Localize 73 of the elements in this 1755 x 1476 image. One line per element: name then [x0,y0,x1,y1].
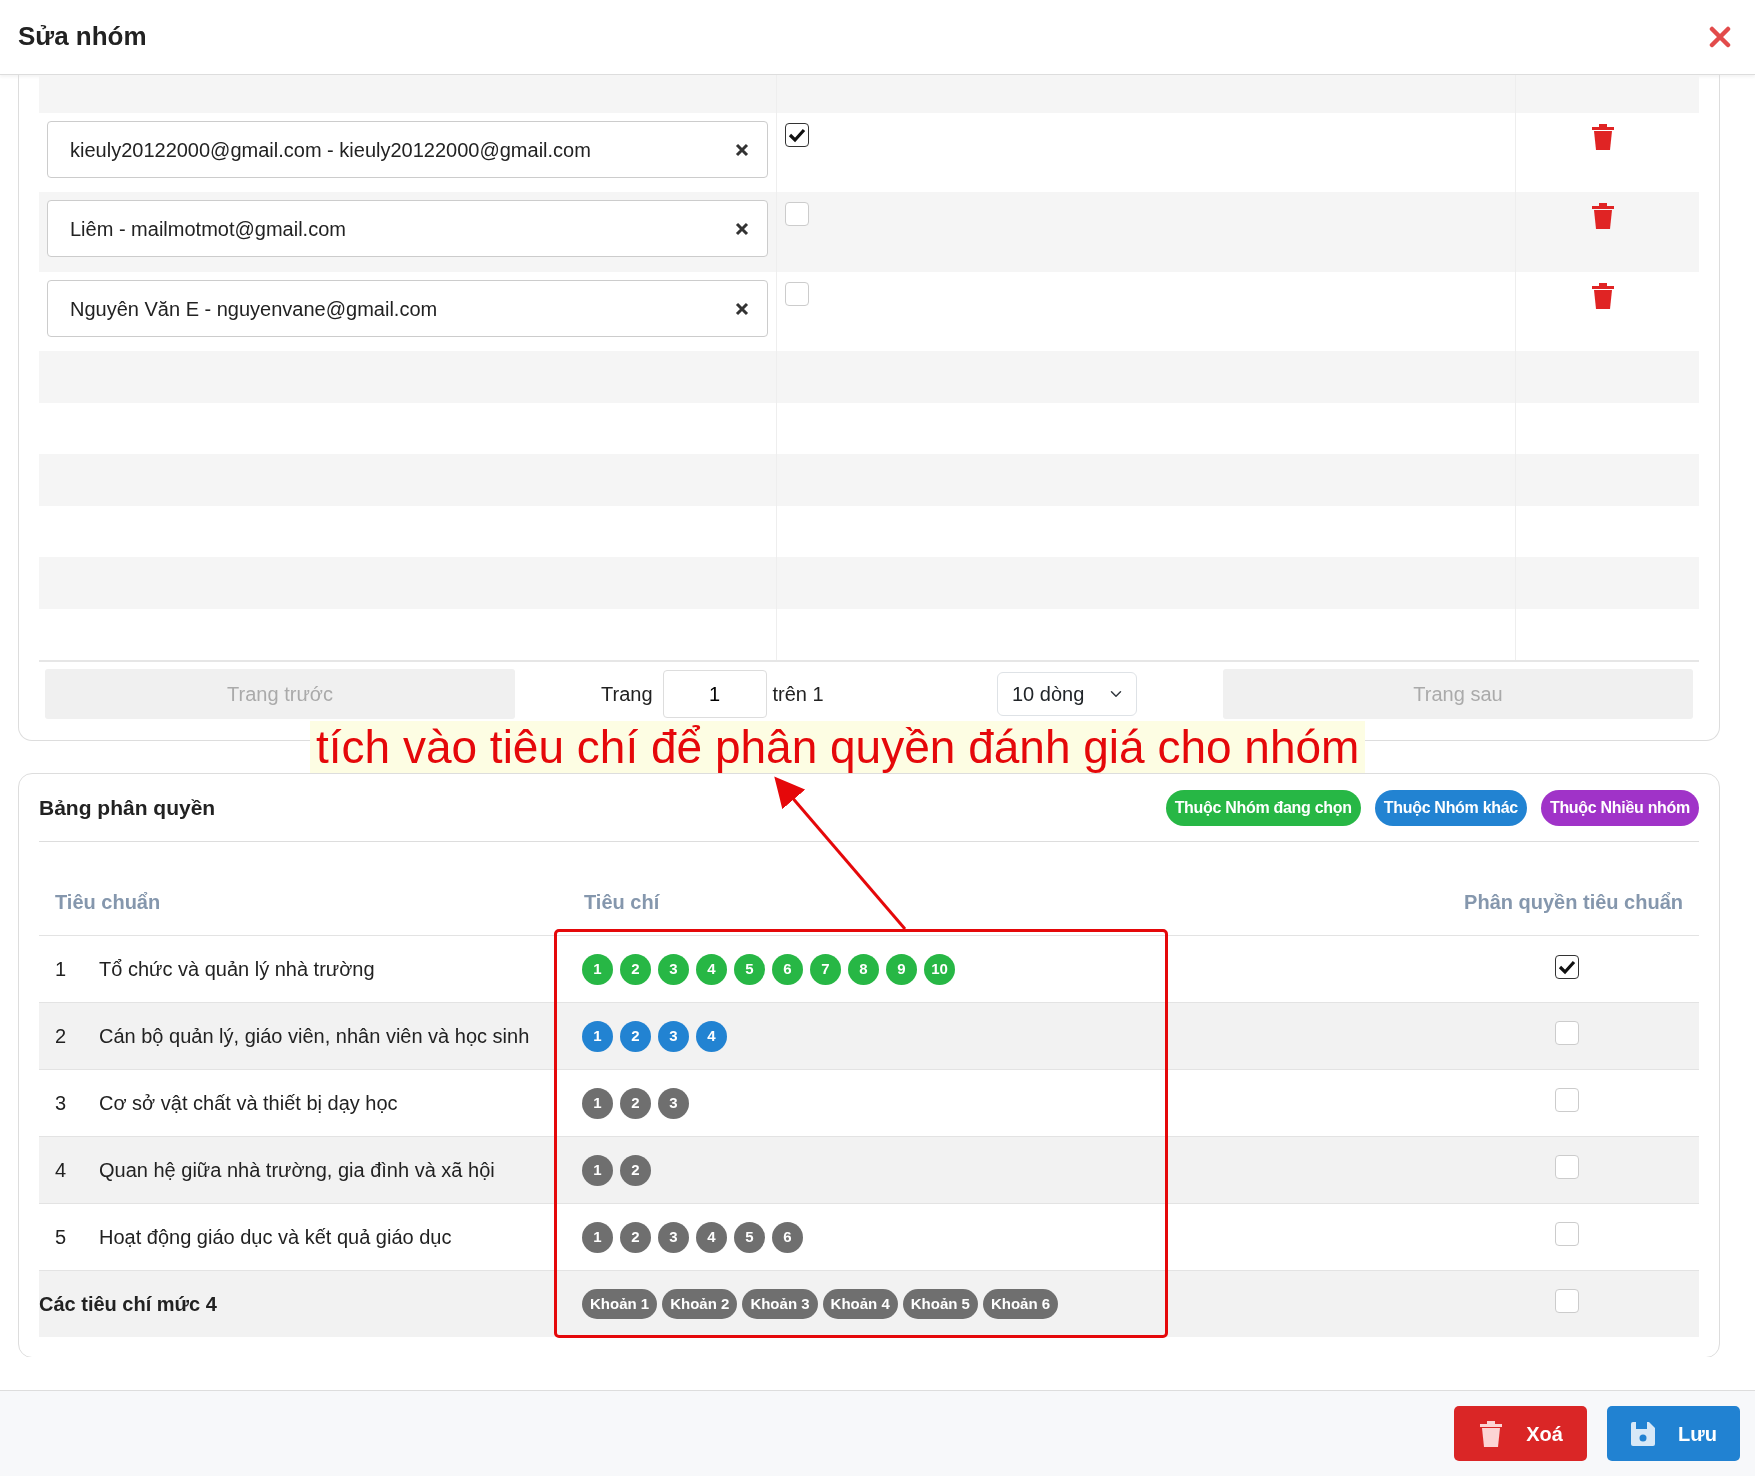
criterion-badge[interactable]: 6 [772,1221,803,1253]
criterion-badge[interactable]: 9 [886,953,917,985]
row-number: 1 [54,957,68,982]
criterion-badge[interactable]: 2 [620,1087,651,1119]
column-header: Tiêu chuẩn [55,890,161,913]
section-title: Bảng phân quyền [39,794,216,821]
legend-badge: Thuộc Nhóm đang chọn [1165,789,1361,826]
annotation-text: tích vào tiêu chí để phân quyền đánh giá cho nhóm [310,721,1366,773]
criterion-badge[interactable]: 1 [582,953,613,985]
criterion-badge[interactable]: 2 [620,1221,651,1253]
member-field[interactable]: kieuly20122000@gmail.com - kieuly20122000@gmail.com [47,121,768,178]
criterion-badge[interactable]: 1 [582,1221,613,1253]
criterion-badge[interactable]: 8 [848,953,879,985]
delete-button[interactable]: Xoá [1454,1406,1587,1461]
standard-name: Cơ sở vật chất và thiết bị dạy học [99,1092,398,1114]
clear-icon[interactable] [735,221,749,236]
trash-icon[interactable] [1590,282,1616,310]
save-button[interactable]: Lưu [1607,1406,1740,1461]
criterion-badge[interactable]: 2 [620,1020,651,1052]
page-label: Trang [601,682,653,707]
row-number: 5 [54,1225,68,1250]
clear-icon[interactable] [735,142,749,157]
member-text: Liêm - mailmotmot@gmail.com [70,216,346,242]
clause-badge[interactable]: Khoản 4 [822,1289,898,1319]
member-field[interactable]: Nguyên Văn E - nguyenvane@gmail.com [47,280,768,337]
criterion-badge[interactable]: 1 [582,1087,613,1119]
legend-badge: Thuộc Nhiều nhóm [1540,789,1699,826]
criterion-badge[interactable]: 4 [696,953,727,985]
criterion-badge[interactable]: 3 [658,1221,689,1253]
criterion-badge[interactable]: 4 [696,1020,727,1052]
trash-icon[interactable] [1590,202,1616,230]
criterion-badge[interactable]: 2 [620,953,651,985]
clear-icon[interactable] [735,301,749,316]
criterion-badge[interactable]: 4 [696,1221,727,1253]
save-icon [1630,1420,1657,1447]
row-title: Các tiêu chí mức 4 [39,1293,217,1315]
criterion-badge[interactable]: 6 [772,953,803,985]
page-input[interactable]: 1 [662,670,767,718]
page-size-select[interactable]: 10 dòng [997,672,1137,716]
trash-icon[interactable] [1590,123,1616,151]
criterion-badge[interactable]: 1 [582,1154,613,1186]
standard-name: Quan hệ giữa nhà trường, gia đình và xã hội [99,1159,495,1181]
column-header: Phân quyền tiêu chuẩn [1464,890,1683,913]
criterion-badge[interactable]: 10 [924,953,955,985]
column-header: Tiêu chí [584,890,660,913]
legend-badge: Thuộc Nhóm khác [1374,789,1527,826]
criterion-badge[interactable]: 3 [658,953,689,985]
criterion-badge[interactable]: 3 [658,1087,689,1119]
standard-name: Tổ chức và quản lý nhà trường [99,958,375,980]
criterion-badge[interactable]: 5 [734,953,765,985]
checkbox[interactable] [1555,955,1579,979]
standard-name: Hoạt động giáo dục và kết quả giáo dục [99,1226,452,1248]
clause-badge[interactable]: Khoản 2 [662,1289,738,1319]
member-text: Nguyên Văn E - nguyenvane@gmail.com [70,296,438,322]
member-field[interactable]: Liêm - mailmotmot@gmail.com [47,200,768,257]
trash-icon [1478,1419,1505,1448]
dialog-title: Sửa nhóm [18,21,147,53]
criterion-badge[interactable]: 1 [582,1020,613,1052]
criterion-badge[interactable]: 3 [658,1020,689,1052]
clause-badge[interactable]: Khoản 1 [582,1289,658,1319]
row-number: 3 [54,1091,68,1116]
row-number: 2 [54,1024,68,1049]
member-text: kieuly20122000@gmail.com - kieuly20122000@gmail.com [70,137,591,163]
checkbox[interactable] [785,123,809,147]
page-count: trên 1 [772,682,824,707]
criterion-badge[interactable]: 5 [734,1221,765,1253]
clause-badge[interactable]: Khoản 3 [742,1289,818,1319]
clause-badge[interactable]: Khoản 5 [902,1289,978,1319]
criterion-badge[interactable]: 7 [810,953,841,985]
standard-name: Cán bộ quản lý, giáo viên, nhân viên và học sinh [99,1025,530,1047]
criterion-badge[interactable]: 2 [620,1154,651,1186]
clause-badge[interactable]: Khoản 6 [982,1289,1059,1319]
row-number: 4 [54,1158,68,1183]
